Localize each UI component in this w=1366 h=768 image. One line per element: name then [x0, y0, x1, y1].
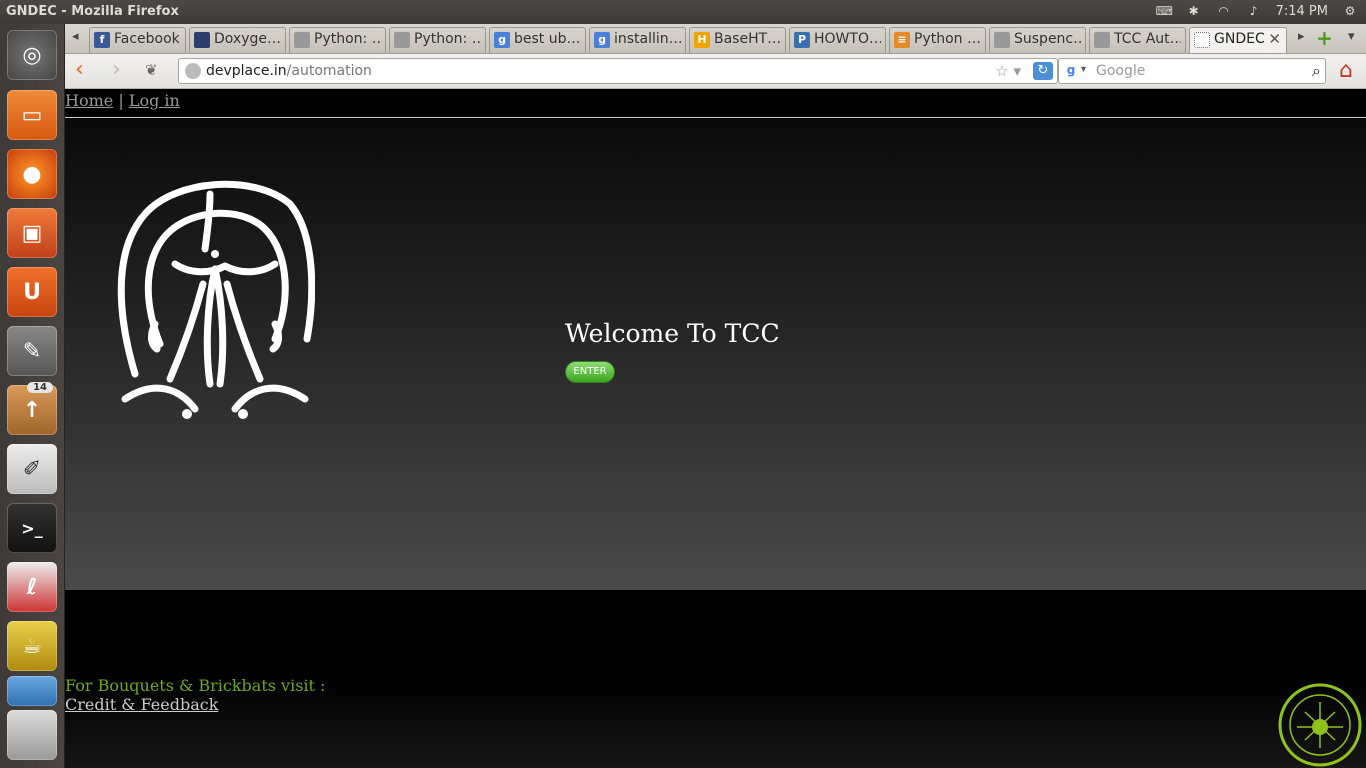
tab-favicon-icon: f: [94, 32, 110, 48]
nav-separator: |: [118, 91, 124, 110]
scroll-tabs-left-icon[interactable]: ◂: [72, 29, 79, 44]
tab-10[interactable]: Suspenc…: [989, 27, 1086, 53]
search-icon[interactable]: ⌕: [1312, 61, 1321, 81]
tab-9[interactable]: ≡ Python …: [889, 27, 986, 53]
enter-button[interactable]: ENTER: [565, 361, 615, 383]
forward-icon[interactable]: ›: [112, 59, 121, 83]
tab-favicon-icon: ≡: [894, 32, 910, 48]
tab-favicon-icon: [294, 32, 310, 48]
bluetooth-icon[interactable]: ✱: [1186, 3, 1202, 19]
tab-label: best ub…: [514, 31, 581, 47]
tab-favicon-icon: [1094, 32, 1110, 48]
keyboard-icon[interactable]: ⌨: [1156, 3, 1173, 19]
tab-2[interactable]: Doxyge…: [189, 27, 286, 53]
wifi-icon[interactable]: ◠: [1216, 3, 1232, 19]
bookmark-star-icon[interactable]: ☆ ▾: [995, 62, 1021, 80]
text-editor-icon[interactable]: ✐: [7, 444, 57, 494]
addon-icon[interactable]: ❦: [145, 59, 158, 83]
reload-icon[interactable]: ↻: [1033, 62, 1053, 80]
url-bar[interactable]: devplace.in/automation ☆ ▾ ↻: [178, 58, 1058, 84]
tab-favicon-icon: [194, 32, 210, 48]
tab-7[interactable]: H BaseHT…: [689, 27, 786, 53]
tab-label: TCC Aut…: [1114, 31, 1181, 47]
scroll-tabs-right-icon[interactable]: ▸: [1298, 29, 1305, 44]
tab-favicon-icon: H: [694, 32, 710, 48]
tab-6[interactable]: g installin…: [589, 27, 686, 53]
page-nav: Home | Log in: [65, 90, 1366, 118]
ubuntu-one-icon[interactable]: U: [7, 267, 57, 317]
tab-8[interactable]: P HOWTO…: [789, 27, 886, 53]
list-all-tabs-icon[interactable]: ▾: [1348, 29, 1355, 44]
tab-favicon-icon: g: [594, 32, 610, 48]
tab-label: Facebook: [114, 31, 180, 47]
tab-label: HOWTO…: [814, 31, 881, 47]
search-input[interactable]: Google: [1096, 63, 1145, 79]
tab-favicon-icon: [1194, 32, 1210, 48]
page-footer: For Bouquets & Brickbats visit : Credit …: [65, 590, 1366, 768]
tab-11[interactable]: TCC Aut…: [1089, 27, 1186, 53]
tab-1[interactable]: f Facebook: [89, 27, 186, 53]
login-link[interactable]: Log in: [129, 91, 180, 110]
welcome-heading: Welcome To TCC: [565, 319, 780, 348]
url-text[interactable]: devplace.in/automation: [206, 63, 372, 79]
credit-feedback-link[interactable]: Credit & Feedback: [65, 695, 218, 714]
ubuntu-dash-icon[interactable]: ◎: [7, 30, 57, 80]
firefox-icon[interactable]: ●: [7, 149, 57, 199]
globe-icon[interactable]: [185, 63, 201, 79]
tab-label: Python …: [914, 31, 981, 47]
software-center-icon[interactable]: ▣: [7, 208, 57, 258]
web-page: Home | Log in Welcome To TCC ENTER For B: [65, 90, 1366, 768]
tab-favicon-icon: [994, 32, 1010, 48]
tab-bar: ◂ f Facebook Doxyge… Python: … Python: … g bes…: [65, 24, 1366, 54]
footer-message: For Bouquets & Brickbats visit :: [65, 676, 326, 695]
navigation-toolbar: ‹ › ❦ devplace.in/automation ☆ ▾ ↻ g ▾ G…: [65, 54, 1366, 89]
volume-icon[interactable]: ♪: [1246, 3, 1262, 19]
close-tab-icon[interactable]: ✕: [1268, 30, 1281, 48]
files-icon[interactable]: ▭: [7, 90, 57, 140]
tab-label: installin…: [614, 31, 681, 47]
launcher: ◎ ▭ ● ▣ U ✎ ↑ 14 ✐ >_ ℓ ☕: [0, 24, 65, 768]
workspace-icon[interactable]: [7, 676, 57, 706]
back-icon[interactable]: ‹: [75, 59, 84, 83]
search-bar[interactable]: g ▾ Google ⌕: [1058, 58, 1326, 84]
terminal-icon[interactable]: >_: [7, 503, 57, 553]
clock[interactable]: 7:14 PM: [1276, 4, 1328, 19]
hero-section: Welcome To TCC ENTER: [65, 119, 1366, 590]
tab-favicon-icon: g: [494, 32, 510, 48]
system-tray: ⌨ ✱ ◠ ♪ 7:14 PM ⚙: [1156, 3, 1358, 19]
chevron-down-icon[interactable]: ▾: [1081, 64, 1086, 75]
google-engine-icon[interactable]: g: [1063, 63, 1079, 79]
tab-label: Python: …: [314, 31, 381, 47]
trash-icon[interactable]: [7, 710, 57, 760]
tab-3[interactable]: Python: …: [289, 27, 386, 53]
update-count-badge: 14: [27, 382, 53, 393]
tab-4[interactable]: Python: …: [389, 27, 486, 53]
system-title-bar: GNDEC - Mozilla Firefox ⌨ ✱ ◠ ♪ 7:14 PM …: [0, 0, 1366, 24]
tab-label: Python: …: [414, 31, 481, 47]
college-seal-icon: [1278, 683, 1362, 767]
tab-label: BaseHT…: [714, 31, 781, 47]
tab-12[interactable]: GNDEC ✕: [1189, 27, 1287, 53]
tab-5[interactable]: g best ub…: [489, 27, 586, 53]
home-icon[interactable]: ⌂: [1333, 58, 1359, 84]
tab-favicon-icon: [394, 32, 410, 48]
settings-icon[interactable]: ✎: [7, 326, 57, 376]
tab-label: GNDEC: [1214, 31, 1265, 47]
home-link[interactable]: Home: [65, 91, 113, 110]
tab-favicon-icon: P: [794, 32, 810, 48]
gear-icon[interactable]: ⚙: [1342, 3, 1358, 19]
tab-label: Suspenc…: [1014, 31, 1081, 47]
tab-label: Doxyge…: [214, 31, 281, 47]
window-title: GNDEC - Mozilla Firefox: [6, 4, 179, 19]
pdf-reader-icon[interactable]: ℓ: [7, 562, 57, 612]
new-tab-icon[interactable]: +: [1316, 26, 1333, 50]
teapot-app-icon[interactable]: ☕: [7, 621, 57, 671]
namaste-logo: [117, 180, 315, 419]
update-manager-icon[interactable]: ↑ 14: [7, 382, 57, 435]
